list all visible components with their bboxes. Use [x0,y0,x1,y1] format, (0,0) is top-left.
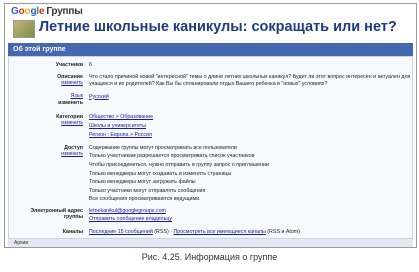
description-line: Что стало причиной новой "интересной" те… [89,74,411,80]
email-label-line2: группы [63,214,83,220]
access-setting: Только участникам разрешается просматрив… [89,153,255,159]
google-groups-logo[interactable]: Google Группы [11,6,83,17]
header: Google Группы Летние школьные каникулы: с… [5,4,416,44]
category-row: Регион : Европа > Россия [89,132,152,139]
feed-separator: · [170,229,172,235]
archive-section-bar[interactable]: Архив [8,238,413,247]
access-setting: Только участники могут отправлять сообще… [89,188,206,194]
access-setting: Только менеджеры могут загружать файлы [89,179,196,185]
access-setting: Все сообщения просматриваются ведущими. [89,196,201,202]
group-email-link[interactable]: letnekanikul@googlegroups.com [89,208,166,214]
category-link[interactable]: Школы и университеты [89,123,146,129]
recent-messages-feed-link[interactable]: Последние 15 сообщений [89,229,153,235]
access-setting: Содержание группы могут просматривать вс… [89,145,237,151]
page-title: Летние школьные каникулы: сокращать или … [39,19,397,35]
language-label-wrap: Язык [9,93,83,100]
members-count: 6 [89,61,92,68]
description-line: учащихся и их родителей? Как Вы бы сплан… [89,81,328,87]
edit-description-link[interactable]: изменить [9,80,83,86]
rss-atom-label: (RSS и Atom) [267,229,300,235]
edit-categories-link[interactable]: изменить [9,120,83,126]
group-avatar [13,20,35,38]
category-link[interactable]: Общество > Образование [89,114,153,120]
email-row: letnekanikul@googlegroups.com [89,208,166,215]
access-setting: Чтобы присоединиться, нужно отправить в … [89,162,269,168]
rss-label: (RSS) [154,229,169,235]
language-edit-label: изменить [58,100,83,106]
logo-letter: e [38,6,45,17]
figure-caption: Рис. 4.25. Информация о группе [141,252,278,262]
logo-suffix: Группы [46,6,83,17]
section-title: Об этой группе [8,43,413,56]
category-link[interactable]: Регион : Европа > Россия [89,132,152,138]
language-value[interactable]: Русский [89,94,109,100]
edit-access-link[interactable]: изменить [9,151,83,157]
group-info-panel: Участники 6 Описание изменить Что стало … [8,56,413,239]
language-label[interactable]: Язык [71,93,83,99]
feeds-row: Последние 15 сообщений (RSS) · Просмотре… [89,229,300,236]
groups-window: Google Группы Летние школьные каникулы: с… [4,3,417,248]
access-setting: Только менеджеры могут создавать и измен… [89,171,232,177]
members-label: Участники [55,62,83,68]
message-owner-link[interactable]: Отправить сообщение владельцу [89,216,172,222]
logo-letter: G [11,6,19,17]
category-row: Общество > Образование [89,114,153,121]
feeds-label: Каналы [62,229,83,235]
all-feeds-link[interactable]: Просмотреть все имеющиеся каналы [173,229,265,235]
language-value-wrap: Русский [89,94,109,101]
category-row: Школы и университеты [89,123,146,130]
owner-row: Отправить сообщение владельцу [89,216,172,223]
